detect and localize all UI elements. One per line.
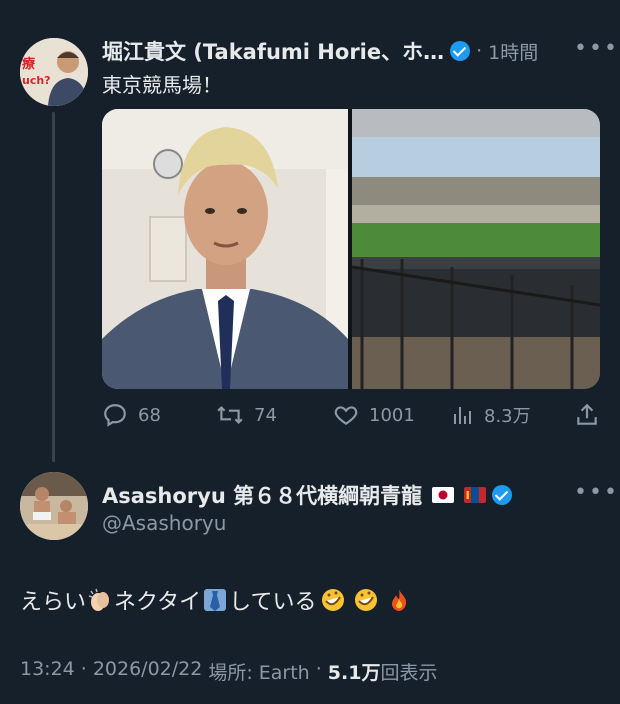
author-name[interactable]: 堀江貴文 (Takafumi Horie、ホ… bbox=[102, 36, 444, 66]
japan-flag-icon bbox=[432, 487, 455, 503]
tweet-time[interactable]: 1時間 bbox=[488, 38, 538, 65]
rofl-emoji bbox=[322, 589, 345, 611]
tweet-media[interactable] bbox=[102, 109, 600, 389]
tweet-text: 東京競馬場！ bbox=[102, 73, 222, 97]
separator-dot: · bbox=[476, 40, 483, 62]
like-icon bbox=[334, 406, 358, 425]
reply-views-count: 5.1万 bbox=[327, 662, 381, 684]
reply-more-icon[interactable]: ••• bbox=[574, 480, 619, 505]
reply-text-part-1: えらい bbox=[20, 590, 87, 615]
reply-text-part-2: ネクタイ bbox=[114, 590, 202, 615]
svg-text:uch?: uch? bbox=[22, 74, 51, 87]
meta-separator: · bbox=[80, 658, 87, 680]
like-count: 1001 bbox=[369, 404, 415, 426]
reply-handle[interactable]: @Asashoryu bbox=[102, 511, 226, 535]
views-icon bbox=[454, 407, 471, 424]
rofl-emoji bbox=[355, 589, 378, 611]
reply-location: 場所: Earth bbox=[208, 662, 310, 684]
views-count: 8.3万 bbox=[484, 406, 531, 427]
retweet-action[interactable]: 74 bbox=[216, 402, 277, 428]
racecourse-photo bbox=[351, 109, 600, 389]
tweet-header: 堀江貴文 (Takafumi Horie、ホ… · 1時間 bbox=[102, 36, 538, 66]
retweet-icon bbox=[217, 405, 243, 425]
verified-badge-icon bbox=[450, 41, 471, 61]
reply-date[interactable]: 2026/02/22 bbox=[93, 658, 203, 685]
mongolia-flag-icon bbox=[464, 487, 487, 503]
reply-text: えらい ネクタイ している bbox=[20, 584, 413, 616]
more-icon[interactable]: ••• bbox=[574, 36, 619, 61]
reply-meta: 13:24 · 2026/02/22 場所: Earth · 5.1万回表示 bbox=[20, 658, 437, 685]
reply-time[interactable]: 13:24 bbox=[20, 658, 75, 685]
retweet-count: 74 bbox=[254, 404, 277, 426]
reply-text-part-3: している bbox=[229, 590, 317, 615]
thread-line bbox=[52, 112, 55, 462]
views-action[interactable]: 8.3万 bbox=[450, 402, 531, 428]
reply-action[interactable]: 68 bbox=[102, 402, 161, 428]
asashoryu-avatar[interactable] bbox=[20, 472, 88, 540]
share-action[interactable] bbox=[574, 402, 600, 428]
verified-badge-icon bbox=[492, 485, 513, 505]
share-icon bbox=[577, 403, 597, 425]
like-action[interactable]: 1001 bbox=[333, 402, 415, 428]
necktie-emoji bbox=[204, 589, 227, 611]
reply-icon bbox=[104, 404, 126, 427]
selfie-photo bbox=[102, 109, 348, 389]
reply-header: Asashoryu 第６８代横綱朝青龍 bbox=[102, 480, 513, 510]
reply-count: 68 bbox=[138, 404, 161, 426]
horie-avatar[interactable]: 療 uch? bbox=[20, 38, 88, 106]
svg-text:療: 療 bbox=[22, 56, 36, 72]
fire-emoji bbox=[392, 589, 407, 611]
reply-author-name[interactable]: Asashoryu 第６８代横綱朝青龍 bbox=[102, 480, 422, 510]
meta-separator: · bbox=[315, 658, 322, 680]
reply-views-label: 回表示 bbox=[380, 662, 438, 684]
clapping-hands-emoji bbox=[88, 588, 110, 611]
